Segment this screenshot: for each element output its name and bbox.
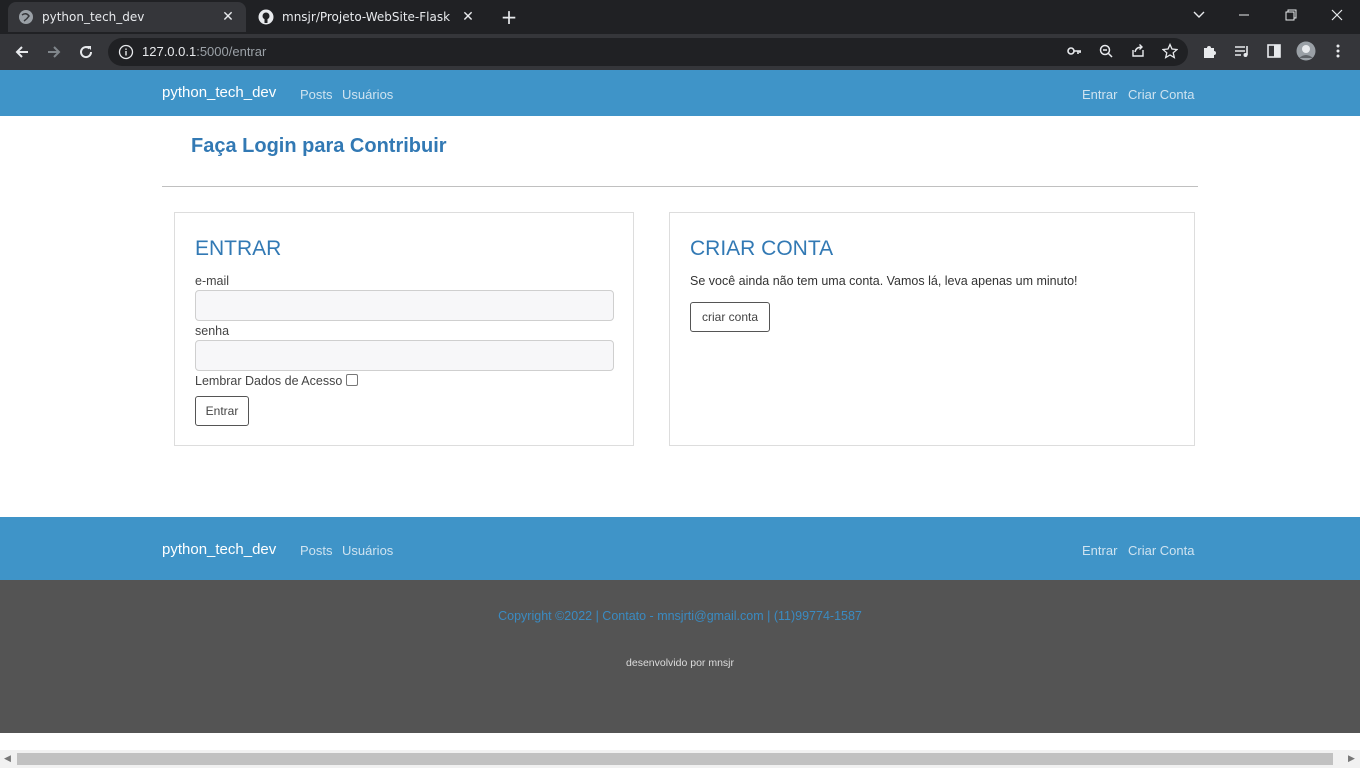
page-title: Faça Login para Contribuir [191, 135, 447, 157]
signup-text: Se você ainda não tem uma conta. Vamos l… [690, 274, 1078, 288]
bookmark-star-icon[interactable] [1159, 40, 1181, 62]
signup-card: CRIAR CONTA Se você ainda não tem uma co… [669, 212, 1195, 446]
footer-link-entrar[interactable]: Entrar [1082, 543, 1117, 558]
close-icon[interactable]: ✕ [460, 9, 476, 25]
password-label: senha [195, 324, 230, 338]
more-menu-icon[interactable] [1327, 40, 1349, 62]
nav-link-usuarios[interactable]: Usuários [342, 87, 393, 102]
restore-button[interactable] [1268, 0, 1314, 30]
divider [162, 186, 1198, 187]
login-heading: ENTRAR [195, 237, 282, 260]
new-tab-button[interactable]: + [496, 5, 522, 29]
close-icon[interactable]: ✕ [220, 9, 236, 25]
footer-brand[interactable]: python_tech_dev [162, 541, 276, 558]
tab-search-chevron-icon[interactable] [1176, 0, 1222, 30]
login-card: ENTRAR e-mail senha Lembrar Dados de Ace… [174, 212, 634, 446]
minimize-button[interactable] [1222, 0, 1268, 30]
profile-avatar[interactable] [1295, 40, 1317, 62]
footer-navbar: python_tech_dev Posts Usuários Entrar Cr… [0, 517, 1360, 580]
developed-by-text: desenvolvido por mnsjr [626, 657, 734, 669]
side-panel-icon[interactable] [1263, 40, 1285, 62]
url-path: :5000/entrar [196, 44, 267, 59]
footer-link-usuarios[interactable]: Usuários [342, 543, 393, 558]
key-icon[interactable] [1063, 40, 1085, 62]
email-field[interactable] [195, 290, 614, 321]
remember-label: Lembrar Dados de Acesso [195, 374, 343, 388]
globe-icon [18, 9, 34, 25]
login-submit-button[interactable]: Entrar [195, 396, 249, 426]
signup-heading: CRIAR CONTA [690, 237, 834, 260]
info-icon[interactable] [118, 44, 134, 64]
browser-tab[interactable]: mnsjr/Projeto-WebSite-Flask ✕ [248, 2, 486, 32]
navbar-brand[interactable]: python_tech_dev [162, 84, 276, 101]
scrollbar-thumb[interactable] [17, 753, 1333, 765]
close-window-button[interactable] [1314, 0, 1360, 30]
footer-bottom: Copyright ©2022 | Contato - mnsjrti@gmai… [0, 580, 1360, 733]
share-icon[interactable] [1127, 40, 1149, 62]
github-icon [258, 9, 274, 25]
horizontal-scrollbar[interactable]: ◀ ▶ [0, 750, 1360, 768]
media-queue-icon[interactable] [1231, 40, 1253, 62]
footer-link-posts[interactable]: Posts [300, 543, 333, 558]
footer-link-criar-conta[interactable]: Criar Conta [1128, 543, 1194, 558]
remember-checkbox[interactable] [346, 374, 358, 386]
browser-tab-bar: python_tech_dev ✕ mnsjr/Projeto-WebSite-… [0, 0, 1360, 34]
nav-link-criar-conta[interactable]: Criar Conta [1128, 87, 1194, 102]
browser-toolbar: 127.0.0.1:5000/entrar [0, 34, 1360, 70]
nav-link-entrar[interactable]: Entrar [1082, 87, 1117, 102]
email-label: e-mail [195, 274, 230, 288]
url-host: 127.0.0.1 [142, 44, 197, 59]
reload-icon[interactable] [74, 40, 98, 64]
address-bar[interactable]: 127.0.0.1:5000/entrar [108, 38, 1188, 66]
browser-tab-active[interactable]: python_tech_dev ✕ [8, 2, 246, 32]
nav-link-posts[interactable]: Posts [300, 87, 333, 102]
tab-title: mnsjr/Projeto-WebSite-Flask [282, 10, 451, 24]
scroll-right-icon[interactable]: ▶ [1348, 754, 1355, 764]
password-field[interactable] [195, 340, 614, 371]
zoom-icon[interactable] [1095, 40, 1117, 62]
url-text: 127.0.0.1:5000/entrar [142, 44, 266, 59]
extensions-puzzle-icon[interactable] [1199, 40, 1221, 62]
site-navbar: python_tech_dev Posts Usuários Entrar Cr… [0, 70, 1360, 116]
scroll-left-icon[interactable]: ◀ [4, 754, 11, 764]
tab-title: python_tech_dev [42, 10, 145, 24]
create-account-button[interactable]: criar conta [690, 302, 770, 332]
copyright-text: Copyright ©2022 | Contato - mnsjrti@gmai… [498, 609, 862, 623]
back-arrow-icon[interactable] [10, 40, 34, 64]
forward-arrow-icon[interactable] [42, 40, 66, 64]
